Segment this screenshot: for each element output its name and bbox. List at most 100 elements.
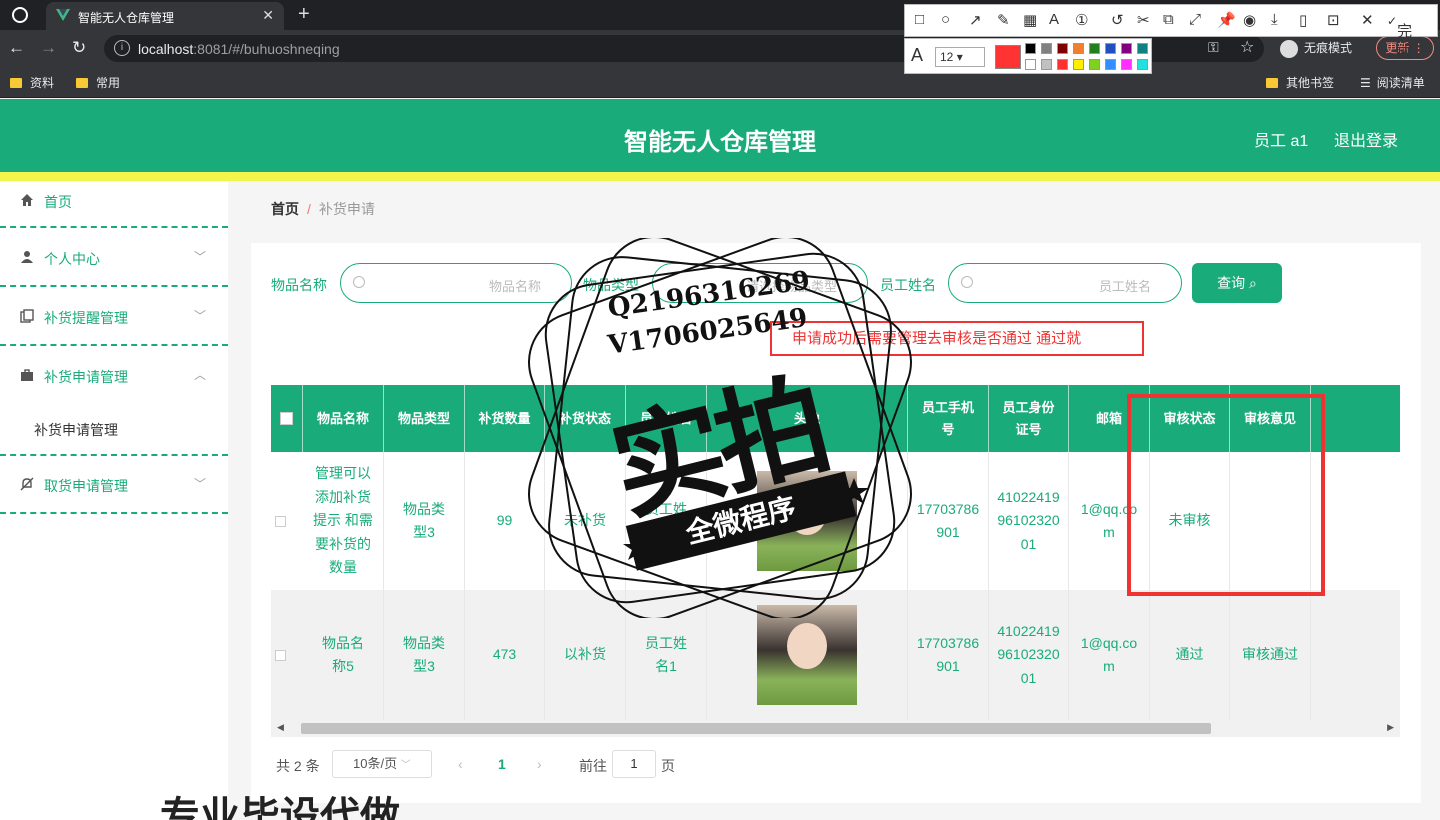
bookmark-folder-2[interactable]: 常用: [76, 74, 120, 91]
browser-tab[interactable]: 智能无人仓库管理 ✕: [46, 2, 284, 30]
avatar-face: [787, 623, 827, 669]
color-swatch[interactable]: [1073, 59, 1084, 70]
font-size-select[interactable]: 12 ▾: [935, 47, 985, 67]
arrow-tool-icon[interactable]: ↗: [969, 11, 982, 29]
divider: [0, 344, 228, 346]
tab-title: 智能无人仓库管理: [78, 11, 175, 25]
back-icon[interactable]: ←: [8, 38, 25, 58]
expand-icon[interactable]: ⤢: [1189, 11, 1201, 28]
logout-link[interactable]: 退出登录: [1334, 127, 1398, 151]
rect-tool-icon[interactable]: □: [915, 11, 924, 28]
scrollbar-thumb[interactable]: [301, 723, 1211, 734]
record-icon[interactable]: ◉: [1243, 11, 1256, 29]
url-path: :8081/#/buhuoshneqing: [193, 41, 340, 57]
star-icon[interactable]: ☆: [1240, 37, 1254, 57]
sidebar-item-label: 个人中心: [44, 251, 100, 267]
undo-icon[interactable]: ↺: [1111, 11, 1124, 29]
scroll-right-icon[interactable]: ▶: [1387, 722, 1394, 733]
header-accent-bar: [0, 172, 1440, 181]
color-swatch[interactable]: [1089, 43, 1100, 54]
text-tool-icon[interactable]: A: [1049, 11, 1059, 28]
current-color-swatch[interactable]: [995, 45, 1021, 69]
reading-list[interactable]: ☰ 阅读清单: [1360, 74, 1425, 91]
staff-name-input[interactable]: 员工姓名: [948, 263, 1182, 303]
page-size-select[interactable]: 10条/页 ﹀: [332, 750, 432, 778]
color-swatch[interactable]: [1137, 59, 1148, 70]
bookmark-label: 资料: [30, 76, 55, 90]
prev-page-icon[interactable]: ‹: [458, 756, 463, 772]
page-number[interactable]: 1: [498, 756, 506, 772]
search-icon: [961, 276, 973, 288]
reload-icon[interactable]: ↻: [72, 38, 86, 58]
cut-icon[interactable]: ✂: [1137, 11, 1150, 29]
column-header[interactable]: 物品名称: [303, 385, 384, 452]
page-size-value: 10条/页: [353, 756, 398, 771]
bookmark-folder-1[interactable]: 资料: [10, 74, 54, 91]
mosaic-tool-icon[interactable]: ▦: [1023, 11, 1037, 29]
query-button-label: 查询: [1217, 275, 1246, 291]
color-swatch[interactable]: [1105, 43, 1116, 54]
sidebar-item-label: 首页: [44, 194, 72, 210]
cell-audit-opinion: 审核通过: [1230, 590, 1311, 720]
sidebar-subitem-restock-request-manage[interactable]: 补货申请管理: [34, 420, 118, 440]
breadcrumb-current: 补货申请: [318, 201, 375, 217]
color-swatch[interactable]: [1041, 59, 1052, 70]
divider: [0, 454, 228, 456]
other-bookmarks[interactable]: 其他书签: [1266, 74, 1334, 91]
close-tab-icon[interactable]: ✕: [262, 7, 274, 24]
user-icon: [21, 251, 33, 263]
copy-icon[interactable]: ⧉: [1163, 11, 1174, 28]
breadcrumb-home[interactable]: 首页: [271, 201, 299, 217]
phone-icon[interactable]: ▯: [1299, 11, 1307, 29]
column-header[interactable]: 员工手机号: [908, 385, 989, 452]
color-swatch[interactable]: [1025, 43, 1036, 54]
color-swatch[interactable]: [1057, 43, 1068, 54]
info-icon[interactable]: i: [114, 40, 130, 56]
done-button[interactable]: ✓ 完成: [1387, 14, 1412, 61]
column-header[interactable]: 员工身份证号: [989, 385, 1069, 452]
pin-icon[interactable]: 📌: [1217, 11, 1236, 29]
bell-off-icon: [20, 477, 34, 491]
select-all-checkbox[interactable]: [280, 412, 293, 425]
browser-menu-icon[interactable]: [12, 7, 28, 23]
horizontal-scrollbar[interactable]: ◀ ▶: [271, 720, 1400, 737]
new-tab-icon[interactable]: +: [298, 3, 310, 26]
color-swatch[interactable]: [1057, 59, 1068, 70]
color-swatch[interactable]: [1105, 59, 1116, 70]
breadcrumb: 首页 / 补货申请: [271, 199, 375, 219]
pen-tool-icon[interactable]: ✎: [997, 11, 1010, 29]
cancel-icon[interactable]: ✕: [1361, 11, 1374, 29]
cell-audit-status: 通过: [1150, 590, 1230, 720]
bookmark-label: 其他书签: [1286, 76, 1335, 90]
cell-item-name: 物品名称5: [303, 590, 384, 720]
color-swatch[interactable]: [1121, 59, 1132, 70]
row-checkbox[interactable]: [275, 516, 286, 527]
row-checkbox[interactable]: [275, 650, 286, 661]
color-swatch[interactable]: [1121, 43, 1132, 54]
key-icon[interactable]: ⚿: [1208, 39, 1219, 56]
app-title: 智能无人仓库管理: [624, 129, 816, 156]
column-header[interactable]: 物品类型: [384, 385, 465, 452]
bookmark-icon[interactable]: ⊡: [1327, 11, 1340, 29]
color-swatch[interactable]: [1089, 59, 1100, 70]
color-swatch[interactable]: [1041, 43, 1052, 54]
number-tool-icon[interactable]: ①: [1075, 11, 1088, 29]
color-swatch[interactable]: [1073, 43, 1084, 54]
item-name-label: 物品名称: [271, 277, 327, 293]
color-swatch[interactable]: [1025, 59, 1036, 70]
goto-page-input[interactable]: 1: [612, 750, 656, 778]
ellipse-tool-icon[interactable]: ○: [941, 11, 950, 28]
download-icon[interactable]: ⤓: [1271, 11, 1278, 28]
query-button[interactable]: 查询 ⌕: [1192, 263, 1282, 303]
total-count: 共 2 条: [276, 758, 320, 774]
goto-page-value: 1: [630, 756, 638, 771]
current-user: 员工 a1: [1254, 133, 1309, 150]
next-page-icon[interactable]: ›: [537, 756, 542, 772]
forward-icon[interactable]: →: [40, 38, 57, 58]
scroll-left-icon[interactable]: ◀: [277, 722, 284, 733]
font-icon: A: [911, 45, 924, 65]
breadcrumb-separator: /: [307, 201, 311, 217]
done-label: 完成: [1397, 23, 1413, 61]
color-swatch[interactable]: [1137, 43, 1148, 54]
incognito-indicator[interactable]: 无痕模式: [1276, 35, 1360, 61]
